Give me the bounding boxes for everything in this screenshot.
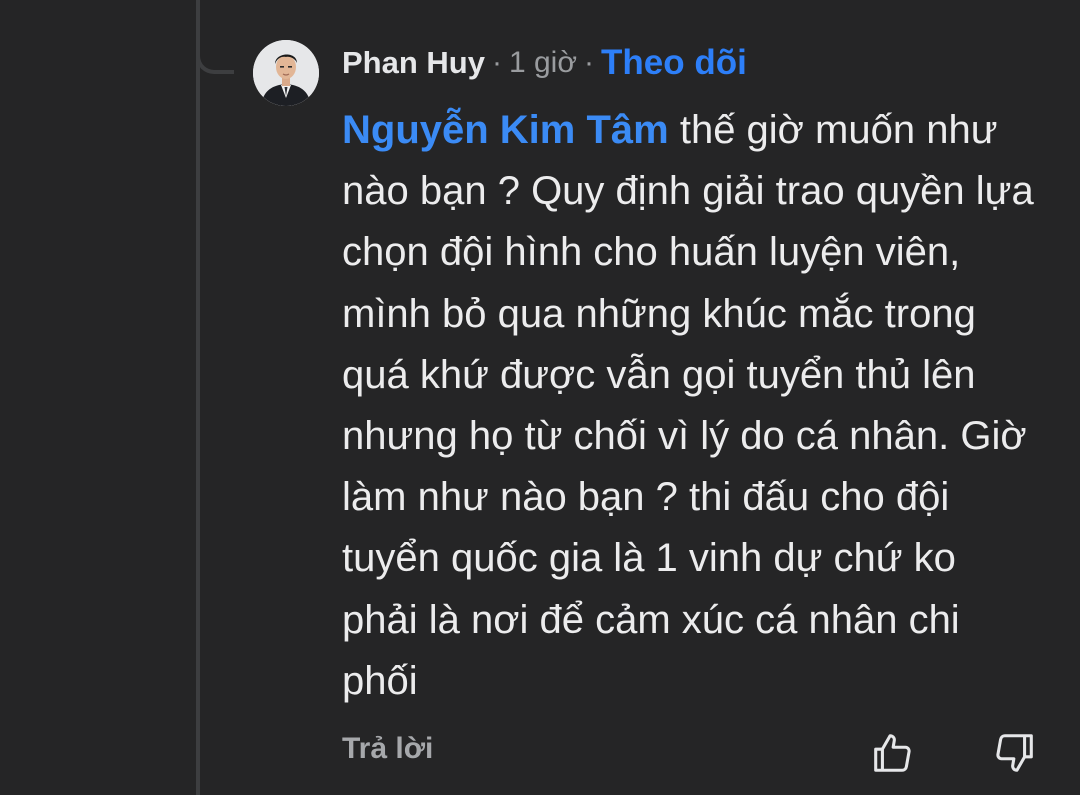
comment-body: thế giờ muốn như nào bạn ? Quy định giải… [342, 108, 1034, 703]
thumbs-up-icon [874, 734, 911, 772]
like-button[interactable] [869, 730, 915, 776]
thread-connector [196, 0, 234, 74]
comment-header: Phan Huy · 1 giờ · Theo dõi [342, 38, 747, 88]
thread-line [196, 0, 200, 795]
dislike-button[interactable] [992, 730, 1038, 776]
mention-link[interactable]: Nguyễn Kim Tâm [342, 108, 669, 152]
author-name[interactable]: Phan Huy [342, 45, 485, 81]
avatar-image [253, 40, 319, 106]
follow-button[interactable]: Theo dõi [601, 43, 747, 83]
separator-dot: · [584, 46, 595, 79]
separator-dot: · [491, 46, 502, 79]
avatar[interactable] [253, 40, 319, 106]
thumbs-down-icon [996, 734, 1033, 772]
comment-text: Nguyễn Kim Tâm thế giờ muốn như nào bạn … [342, 100, 1042, 712]
timestamp[interactable]: 1 giờ [509, 46, 577, 80]
reply-button[interactable]: Trả lời [342, 732, 433, 766]
